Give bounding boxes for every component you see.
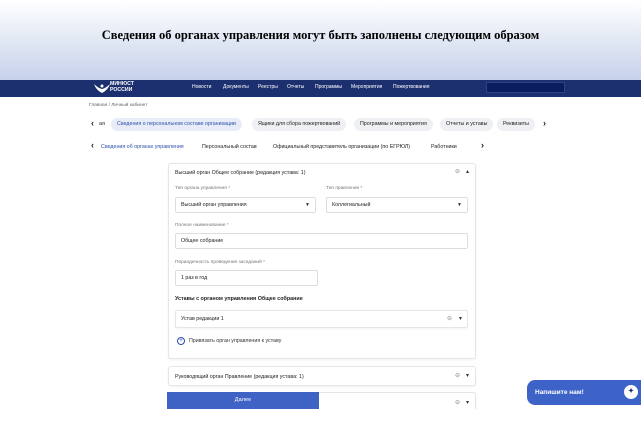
logo-text[interactable]: МИНЮСТ РОССИИ — [110, 81, 134, 93]
nav-reports[interactable]: Отчеты — [287, 84, 304, 90]
chat-label: Напишите нам! — [535, 389, 584, 396]
main-tab-donation-boxes[interactable]: Ящики для сбора пожертвований — [252, 118, 347, 131]
name-input[interactable]: Общее собрание — [175, 233, 468, 249]
sub-tab-official-representative[interactable]: Официальный представитель организации (п… — [273, 144, 410, 150]
next-button[interactable]: Далее — [167, 392, 319, 409]
type-select-value: Высший орган управления — [181, 202, 247, 208]
main-tab-requisites[interactable]: Реквизиты — [497, 118, 535, 131]
sub-chevron-left-icon[interactable]: ‹ — [91, 140, 94, 150]
main-tab-reports-charters[interactable]: Отчеты и уставы — [440, 118, 494, 131]
chat-widget-button[interactable]: Напишите нам! ✦ — [527, 380, 641, 405]
collapse-icon[interactable]: ▴ — [466, 168, 469, 175]
kind-select[interactable]: Коллегиальный ▼ — [326, 197, 468, 213]
type-label: Тип органа управления * — [175, 186, 230, 191]
governing-body-card-2[interactable]: Руководящий орган Правление (редакция ус… — [168, 366, 476, 386]
sub-tab-governing-bodies[interactable]: Сведения об органах управления — [101, 144, 184, 150]
sub-chevron-right-icon[interactable]: › — [481, 140, 484, 150]
slide-title: Сведения об органах управления могут быт… — [101, 28, 540, 42]
expand-icon[interactable]: ▾ — [466, 372, 469, 379]
main-tab-personal-composition[interactable]: Сведения о персональном составе организа… — [111, 118, 242, 131]
kind-label: Тип правления * — [326, 186, 363, 191]
charter-item-label: Устав редакции 1 — [181, 316, 224, 322]
header-search-box[interactable] — [486, 82, 565, 93]
charter-item[interactable]: Устав редакции 1 ⊖ ▾ — [175, 310, 468, 328]
period-input-value: 1 раз в год — [181, 275, 208, 281]
name-label: Полное наименование * — [175, 223, 229, 228]
nav-programs[interactable]: Программы — [315, 84, 342, 90]
sub-tab-workers[interactable]: Работники — [431, 144, 457, 150]
nav-donations[interactable]: Пожертвования — [393, 84, 429, 90]
nav-registries[interactable]: Реестры — [258, 84, 278, 90]
chevron-right-icon[interactable]: › — [543, 118, 546, 128]
chat-logo-icon: ✦ — [624, 385, 638, 399]
remove-icon[interactable]: ⊖ — [455, 399, 460, 406]
kind-select-value: Коллегиальный — [332, 202, 371, 208]
logo-line-2: РОССИИ — [110, 87, 133, 93]
expand-charter-icon[interactable]: ▾ — [459, 311, 462, 327]
period-label: Периодичность проведения заседаний * — [175, 260, 265, 265]
card-1-title: Высший орган Общее собрание (редакция ус… — [175, 170, 306, 176]
dropdown-caret-icon: ▼ — [457, 202, 462, 208]
remove-icon[interactable]: ⊖ — [455, 372, 460, 379]
nav-documents[interactable]: Документы — [223, 84, 249, 90]
main-tab-programs-events[interactable]: Программы и мероприятия — [354, 118, 433, 131]
bind-to-charter-link[interactable]: Привязать орган управления к уставу — [189, 338, 281, 344]
type-select[interactable]: Высший орган управления ▼ — [175, 197, 316, 213]
dropdown-caret-icon: ▼ — [305, 202, 310, 208]
period-input[interactable]: 1 раз в год — [175, 270, 318, 286]
nav-news[interactable]: Новости — [192, 84, 211, 90]
nav-events[interactable]: Мероприятия — [351, 84, 382, 90]
add-circle-icon[interactable]: + — [177, 337, 185, 345]
expand-icon[interactable]: ▾ — [466, 399, 469, 406]
slide-footer — [0, 409, 641, 427]
charters-heading: Уставы с органом управления Общее собран… — [175, 296, 303, 302]
breadcrumb: Главная / Личный кабинет — [89, 103, 148, 108]
remove-charter-icon[interactable]: ⊖ — [447, 311, 452, 327]
chevron-left-icon[interactable]: ‹ — [91, 118, 94, 128]
name-input-value: Общее собрание — [181, 238, 224, 244]
card-2-title: Руководящий орган Правление (редакция ус… — [175, 374, 304, 380]
remove-icon[interactable]: ⊖ — [455, 168, 460, 175]
main-tab-truncated[interactable]: ая — [99, 121, 105, 127]
sub-tab-personal-composition[interactable]: Персональный состав — [202, 144, 257, 150]
governing-body-card-1: Высший орган Общее собрание (редакция ус… — [168, 163, 476, 359]
